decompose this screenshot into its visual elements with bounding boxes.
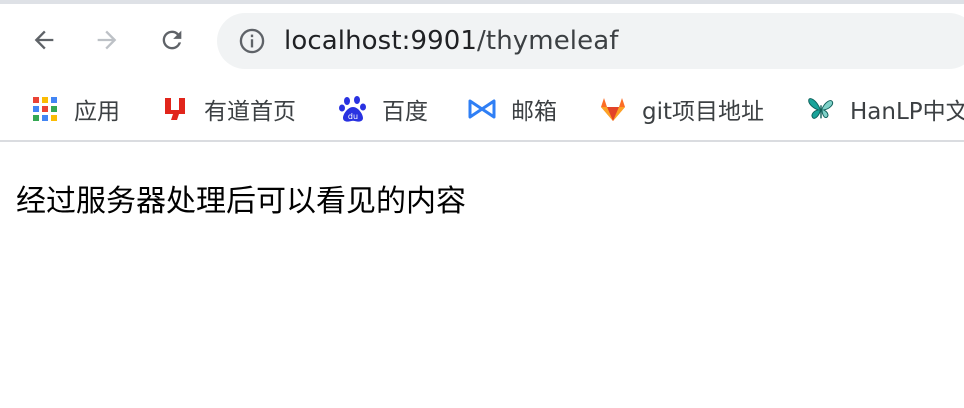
browser-toolbar: localhost:9901/thymeleaf — [0, 4, 964, 78]
butterfly-icon — [806, 94, 836, 124]
reload-icon — [162, 30, 182, 50]
apps-grid-icon — [30, 94, 60, 124]
bookmark-apps[interactable]: 应用 — [30, 88, 120, 130]
bookmark-mail[interactable]: 邮箱 — [467, 88, 557, 130]
bookmarks-bar: 应用 有道首页 du 百度 邮箱 git项目地址 HanLP中文 — [0, 78, 964, 140]
arrow-left-icon — [34, 30, 54, 50]
info-icon[interactable] — [238, 27, 266, 55]
url-text[interactable]: localhost:9901/thymeleaf — [284, 13, 619, 69]
bookmark-label: 有道首页 — [204, 99, 296, 125]
bookmark-gitlab[interactable]: git项目地址 — [598, 88, 764, 130]
youdao-icon — [160, 94, 190, 124]
reload-button[interactable] — [155, 23, 189, 57]
bookmark-label: 百度 — [382, 99, 428, 125]
url-host: localhost:9901 — [284, 26, 478, 56]
address-bar[interactable]: localhost:9901/thymeleaf — [217, 13, 964, 69]
bookmark-label: 应用 — [74, 99, 120, 125]
arrow-right-icon — [97, 30, 117, 50]
bookmark-youdao[interactable]: 有道首页 — [160, 88, 296, 130]
mail-bowtie-icon — [467, 94, 497, 124]
bookmark-baidu[interactable]: du 百度 — [338, 88, 428, 130]
page-text: 经过服务器处理后可以看见的内容 — [16, 184, 466, 219]
back-button[interactable] — [27, 23, 61, 57]
page-content: 经过服务器处理后可以看见的内容 — [0, 142, 964, 408]
forward-button[interactable] — [90, 23, 124, 57]
bookmark-label: HanLP中文 — [850, 99, 964, 125]
svg-text:du: du — [348, 112, 358, 121]
bookmark-label: 邮箱 — [511, 99, 557, 125]
baidu-paw-icon: du — [338, 94, 368, 124]
url-path: /thymeleaf — [477, 26, 619, 56]
bookmark-label: git项目地址 — [642, 99, 765, 125]
gitlab-fox-icon — [598, 94, 628, 124]
bookmark-hanlp[interactable]: HanLP中文 — [806, 88, 964, 130]
